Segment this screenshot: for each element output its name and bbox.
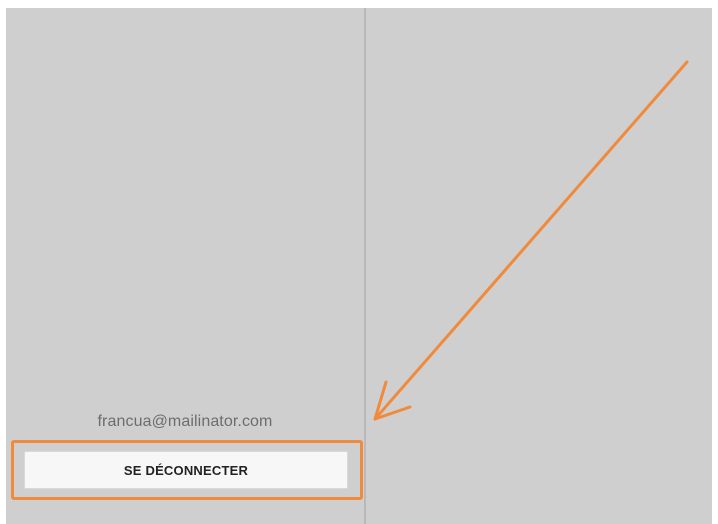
highlight-box — [11, 440, 363, 500]
account-email: francua@mailinator.com — [97, 413, 273, 430]
app-screen: francua@mailinator.com SE DÉCONNECTER — [0, 0, 718, 524]
content-pane — [366, 8, 712, 524]
